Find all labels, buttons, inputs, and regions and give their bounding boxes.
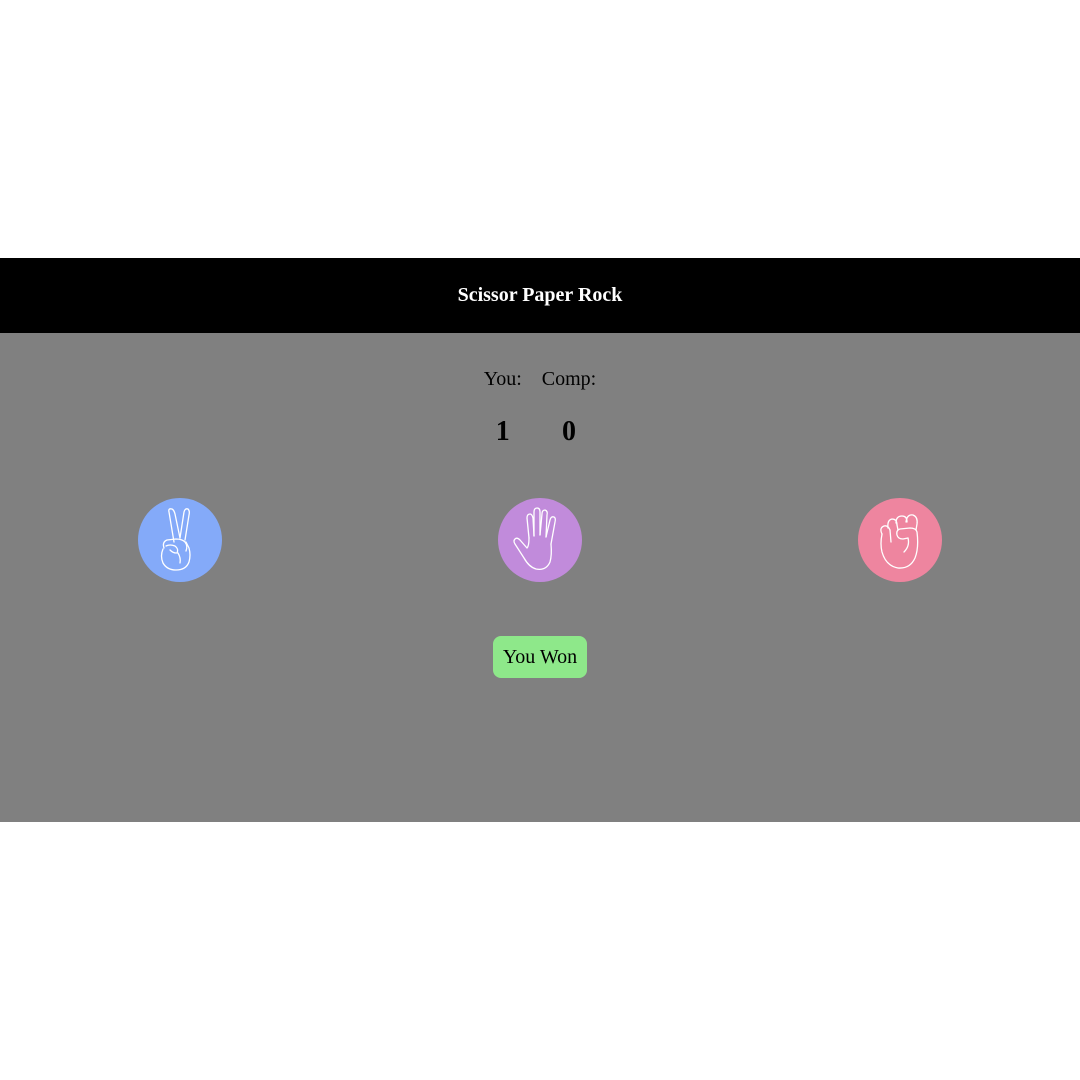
you-score-value: 1 [495,416,510,447]
game-board: You: 1 Comp: 0 You Won [0,333,1080,822]
you-score-label: You: [483,368,522,390]
paper-button[interactable] [498,498,582,582]
page-title: Scissor Paper Rock [457,284,623,306]
rock-fist-icon [880,514,919,569]
paper-hand-icon [513,507,556,570]
scissor-button[interactable] [138,498,222,582]
comp-score-label: Comp: [541,368,597,390]
result-badge: You Won [493,636,587,678]
game-app: Scissor Paper Rock You: 1 Comp: 0 You Wo… [0,258,1080,822]
scissor-hand-icon [160,508,191,571]
rock-button[interactable] [858,498,942,582]
header-bar: Scissor Paper Rock [0,258,1080,333]
comp-score-value: 0 [561,416,576,447]
scoreboard: You: 1 Comp: 0 [0,367,1080,447]
comp-score: Comp: 0 [542,367,596,447]
you-score: You: 1 [484,367,522,447]
